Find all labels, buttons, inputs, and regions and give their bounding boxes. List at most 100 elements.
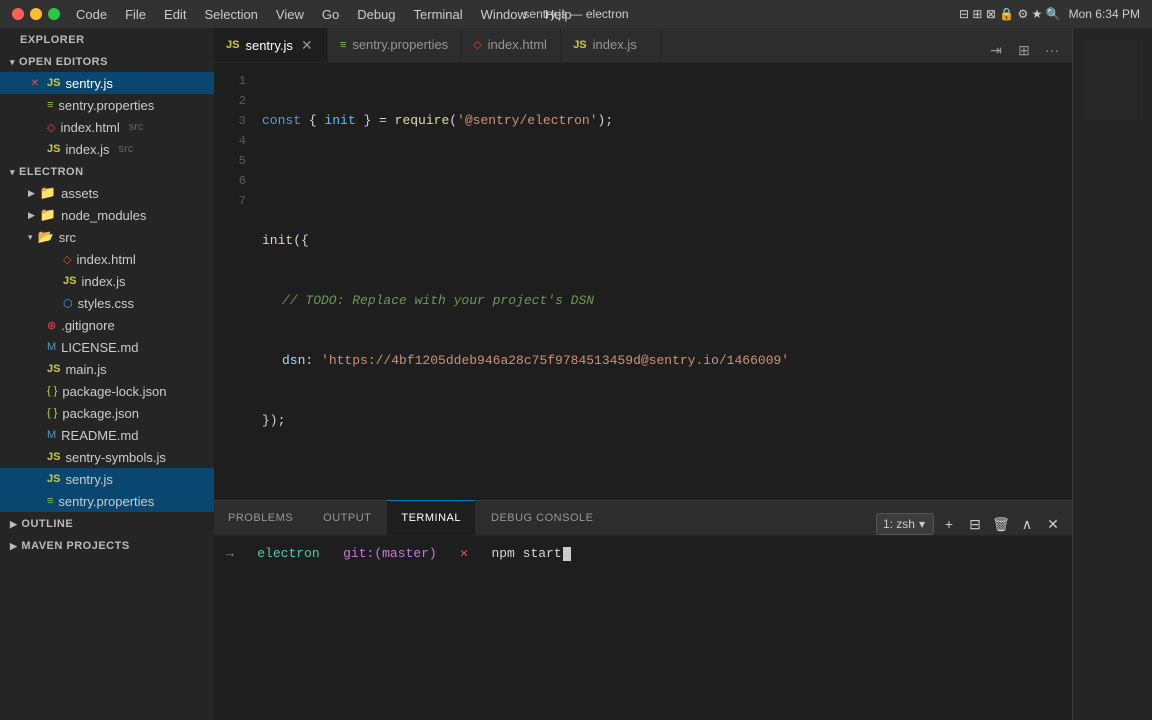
open-editor-index-js[interactable]: JS index.js src bbox=[0, 138, 214, 160]
chevron-down-icon: ▾ bbox=[919, 517, 925, 531]
open-editors-label: OPEN EDITORS bbox=[19, 56, 108, 68]
layout-btn[interactable]: ⊞ bbox=[1012, 38, 1036, 62]
assets-chevron: ▶ bbox=[28, 188, 35, 199]
terminal-content[interactable]: → electron git:(master) ✕ npm start bbox=[214, 536, 1072, 720]
folder-label: src bbox=[59, 230, 76, 245]
collapse-panel-btn[interactable]: ∧ bbox=[1016, 513, 1038, 535]
src-badge: src bbox=[129, 121, 144, 133]
maven-header[interactable]: ▶ MAVEN PROJECTS bbox=[0, 534, 214, 556]
outline-label: OUTLINE bbox=[21, 518, 73, 530]
menu-file[interactable]: File bbox=[125, 7, 146, 22]
new-terminal-btn[interactable]: + bbox=[938, 513, 960, 535]
more-btn[interactable]: ··· bbox=[1040, 38, 1064, 62]
terminal-x: ✕ bbox=[460, 546, 468, 561]
minimize-traffic-light[interactable] bbox=[30, 8, 42, 20]
file-label: main.js bbox=[65, 362, 106, 377]
explorer-label: EXPLORER bbox=[20, 34, 85, 46]
menu-code[interactable]: Code bbox=[76, 7, 107, 22]
electron-section-header[interactable]: ▾ ELECTRON bbox=[0, 160, 214, 182]
editor-area: JS sentry.js ✕ ≡ sentry.properties ◇ ind… bbox=[214, 28, 1072, 720]
tab-output[interactable]: OUTPUT bbox=[309, 500, 385, 535]
close-panel-btn[interactable]: ✕ bbox=[1042, 513, 1064, 535]
menu-go[interactable]: Go bbox=[322, 7, 339, 22]
maven-chevron: ▶ bbox=[10, 541, 17, 552]
trash-icon[interactable]: 🗑 bbox=[990, 513, 1012, 535]
code-line-4: // TODO: Replace with your project's DSN bbox=[262, 291, 1072, 311]
file-gitignore[interactable]: ⊛ .gitignore bbox=[0, 314, 214, 336]
tab-debug-console[interactable]: DEBUG CONSOLE bbox=[477, 500, 607, 535]
tab-terminal[interactable]: TERMINAL bbox=[387, 500, 475, 535]
open-editor-index-html[interactable]: ◇ index.html src bbox=[0, 116, 214, 138]
file-sentry-symbols[interactable]: JS sentry-symbols.js bbox=[0, 446, 214, 468]
folder-node-modules[interactable]: ▶ 📁 node_modules bbox=[0, 204, 214, 226]
nm-chevron: ▶ bbox=[28, 210, 35, 221]
open-editor-label: index.html bbox=[60, 120, 119, 135]
file-label: .gitignore bbox=[61, 318, 114, 333]
code-line-6: }); bbox=[262, 411, 1072, 431]
file-index-html-src[interactable]: ◇ index.html bbox=[0, 248, 214, 270]
menu-debug[interactable]: Debug bbox=[357, 7, 395, 22]
split-terminal-btn[interactable]: ⊟ bbox=[964, 513, 986, 535]
tab-label: index.html bbox=[488, 37, 547, 52]
terminal-git: git:(master) bbox=[343, 546, 437, 561]
git-icon: ⊛ bbox=[47, 319, 56, 332]
close-traffic-light[interactable] bbox=[12, 8, 24, 20]
file-package-lock[interactable]: { } package-lock.json bbox=[0, 380, 214, 402]
folder-label: node_modules bbox=[61, 208, 146, 223]
menu-edit[interactable]: Edit bbox=[164, 7, 186, 22]
menu-view[interactable]: View bbox=[276, 7, 304, 22]
file-sentry-properties[interactable]: ≡ sentry.properties bbox=[0, 490, 214, 512]
prop-tab-icon: ≡ bbox=[340, 39, 346, 51]
outline-header[interactable]: ▶ OUTLINE bbox=[0, 512, 214, 534]
outline-chevron: ▶ bbox=[10, 519, 17, 530]
menu-window[interactable]: Window bbox=[481, 7, 527, 22]
sidebar: EXPLORER ▾ OPEN EDITORS ✕ JS sentry.js ≡… bbox=[0, 28, 214, 720]
open-editors-chevron: ▾ bbox=[10, 57, 15, 68]
code-line-2 bbox=[262, 171, 1072, 191]
code-content[interactable]: const { init } = require('@sentry/electr… bbox=[254, 63, 1072, 500]
file-index-js-src[interactable]: JS index.js bbox=[0, 270, 214, 292]
file-readme[interactable]: M README.md bbox=[0, 424, 214, 446]
menu-selection[interactable]: Selection bbox=[204, 7, 257, 22]
tab-sentry-properties[interactable]: ≡ sentry.properties bbox=[328, 28, 461, 62]
file-package-json[interactable]: { } package.json bbox=[0, 402, 214, 424]
json-icon: { } bbox=[47, 407, 57, 419]
maven-label: MAVEN PROJECTS bbox=[21, 540, 129, 552]
open-editor-sentry-js[interactable]: ✕ JS sentry.js bbox=[0, 72, 214, 94]
explorer-header[interactable]: EXPLORER bbox=[0, 28, 214, 50]
main-layout: EXPLORER ▾ OPEN EDITORS ✕ JS sentry.js ≡… bbox=[0, 28, 1152, 720]
terminal-command: npm start bbox=[491, 546, 561, 561]
code-line-7 bbox=[262, 471, 1072, 491]
html-tab-icon: ◇ bbox=[473, 38, 481, 51]
folder-icon: 📁 bbox=[40, 185, 56, 201]
tab-close-btn[interactable]: ✕ bbox=[299, 37, 315, 53]
tab-label: sentry.js bbox=[245, 38, 292, 53]
tab-problems[interactable]: PROBLEMS bbox=[214, 500, 307, 535]
file-label: README.md bbox=[61, 428, 138, 443]
folder-assets[interactable]: ▶ 📁 assets bbox=[0, 182, 214, 204]
prop-icon: ≡ bbox=[47, 495, 53, 507]
open-editor-sentry-properties[interactable]: ≡ sentry.properties bbox=[0, 94, 214, 116]
tab-sentry-js[interactable]: JS sentry.js ✕ bbox=[214, 28, 328, 62]
open-editors-header[interactable]: ▾ OPEN EDITORS bbox=[0, 50, 214, 72]
terminal-dropdown[interactable]: 1: zsh ▾ bbox=[876, 513, 934, 535]
close-icon[interactable]: ✕ bbox=[28, 76, 42, 90]
file-sentry-js[interactable]: JS sentry.js bbox=[0, 468, 214, 490]
html-icon: ◇ bbox=[63, 253, 71, 266]
menu-terminal[interactable]: Terminal bbox=[414, 7, 463, 22]
tab-index-js[interactable]: JS index.js bbox=[561, 28, 661, 62]
file-styles-css[interactable]: ⬡ styles.css bbox=[0, 292, 214, 314]
folder-src[interactable]: ▾ 📂 src bbox=[0, 226, 214, 248]
minimap-area bbox=[1079, 36, 1147, 124]
file-license-md[interactable]: M LICENSE.md bbox=[0, 336, 214, 358]
file-label: index.html bbox=[76, 252, 135, 267]
file-main-js[interactable]: JS main.js bbox=[0, 358, 214, 380]
line-numbers: 1 2 3 4 5 6 7 bbox=[214, 63, 254, 500]
file-label: sentry-symbols.js bbox=[65, 450, 165, 465]
fullscreen-traffic-light[interactable] bbox=[48, 8, 60, 20]
tab-index-html[interactable]: ◇ index.html bbox=[461, 28, 561, 62]
js-icon: JS bbox=[47, 143, 60, 155]
code-editor[interactable]: 1 2 3 4 5 6 7 const { init } = require('… bbox=[214, 63, 1072, 500]
split-editor-btn[interactable]: ⇥ bbox=[984, 38, 1008, 62]
panel-tab-icons: 1: zsh ▾ + ⊟ 🗑 ∧ ✕ bbox=[876, 513, 1072, 535]
